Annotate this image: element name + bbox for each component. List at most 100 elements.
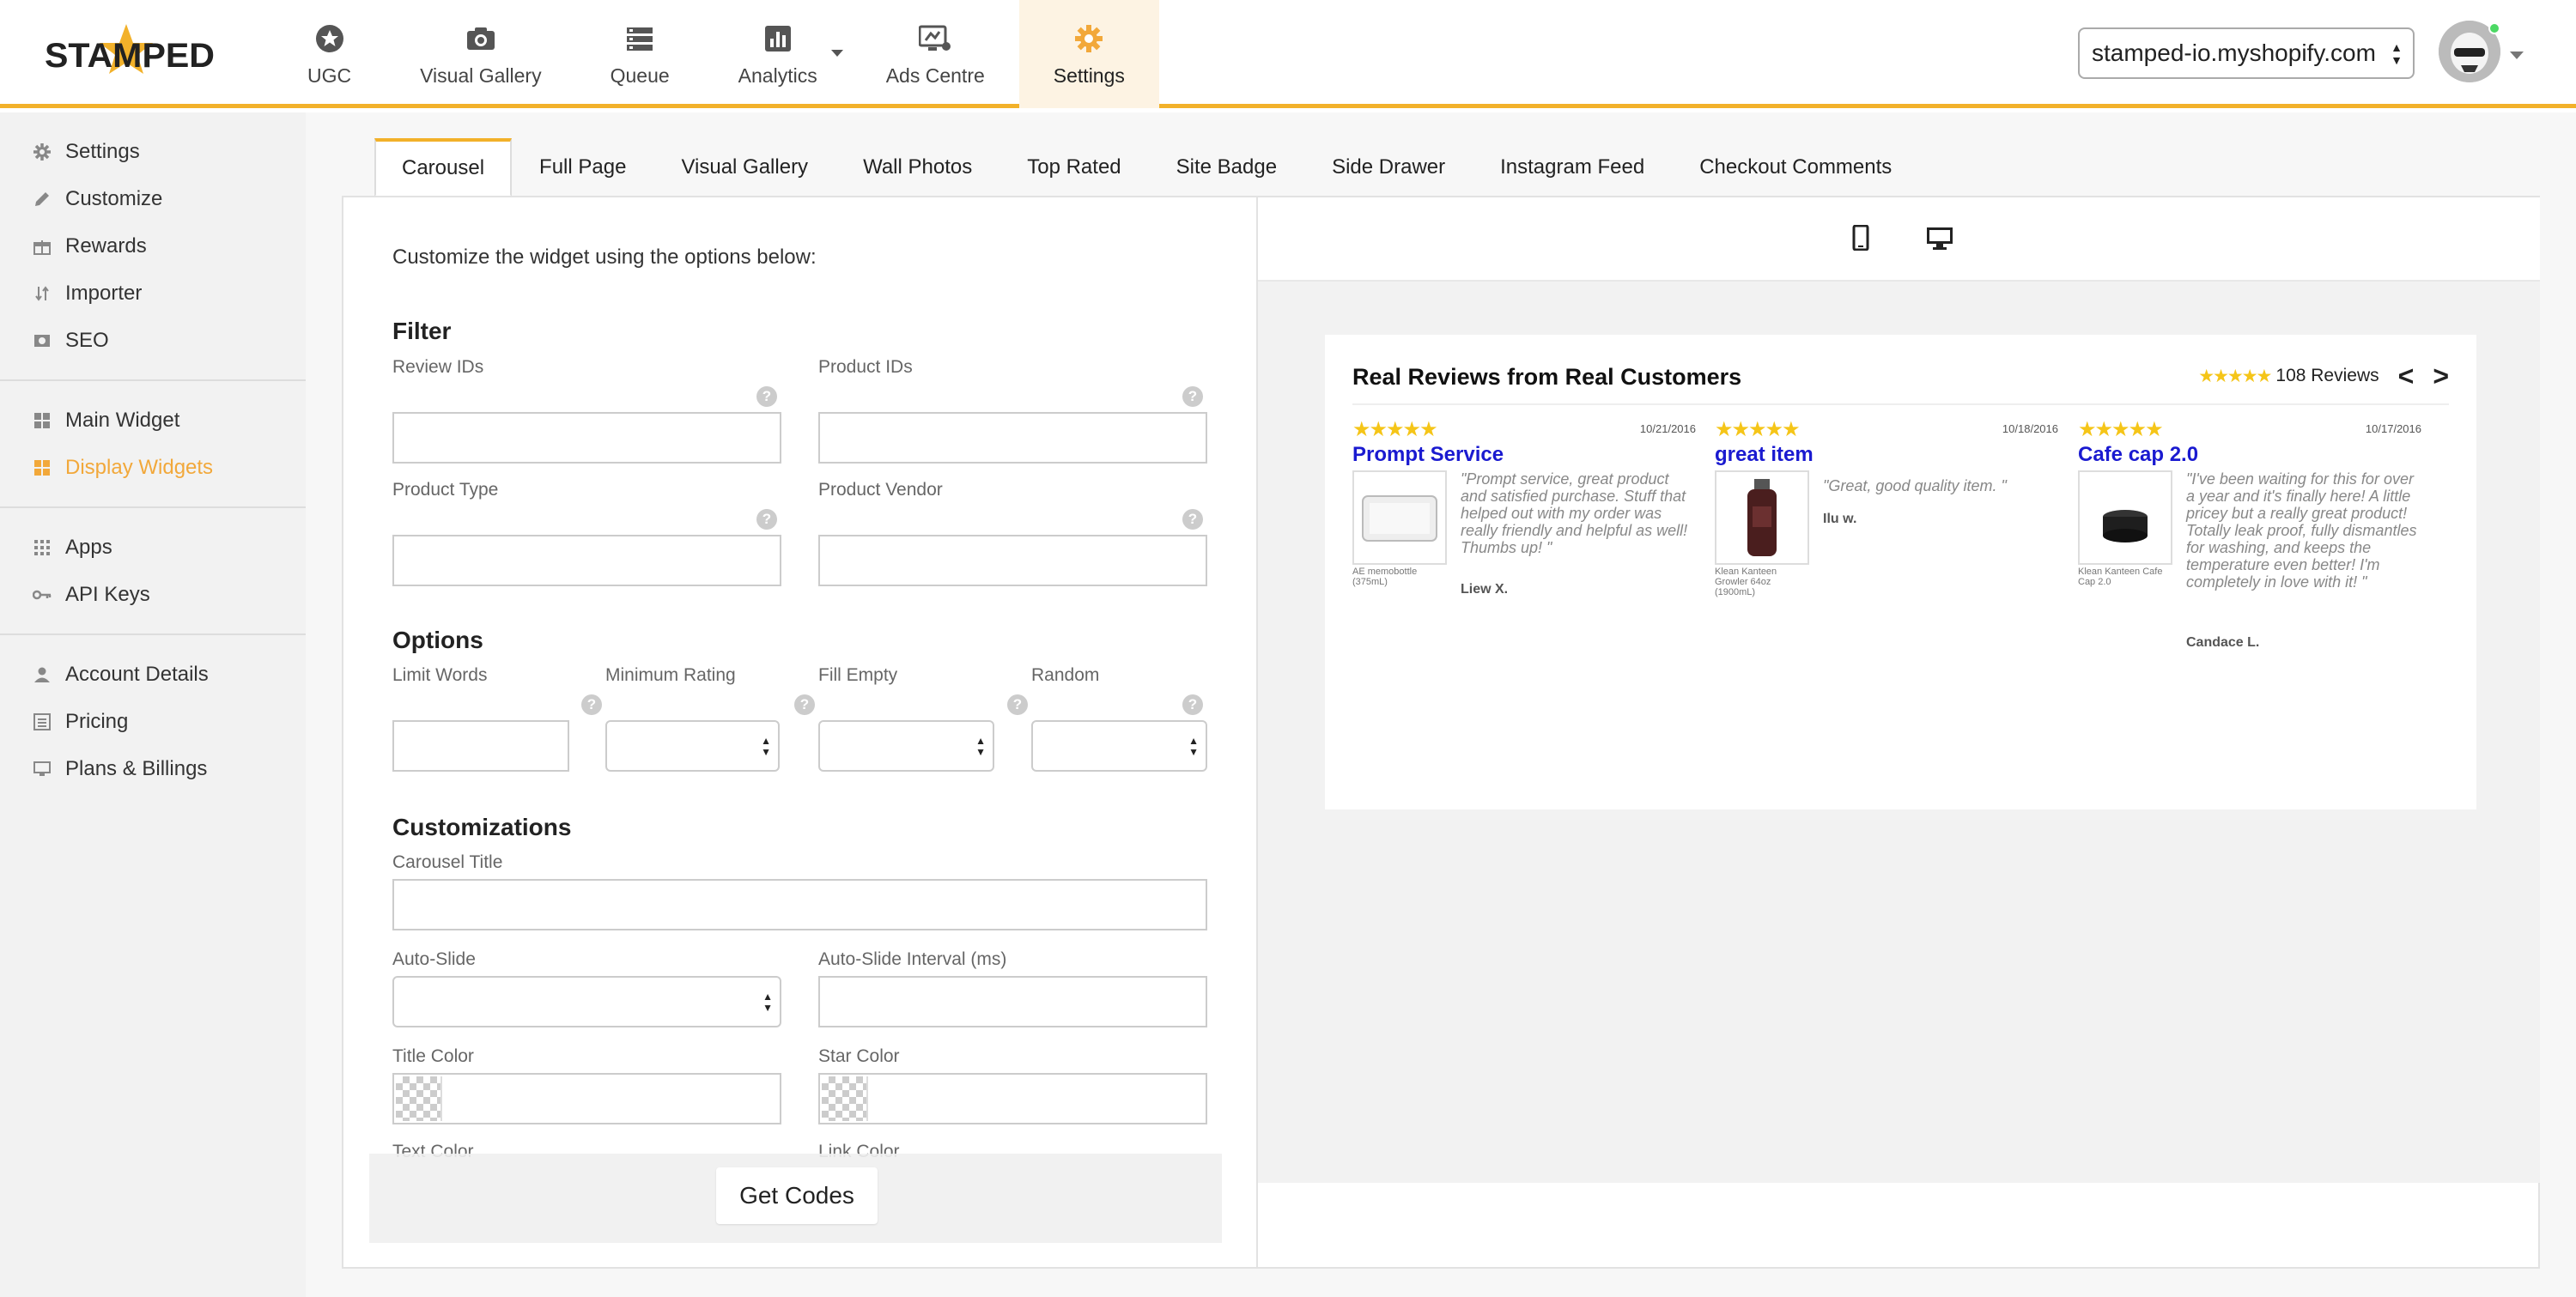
ads-icon (918, 21, 952, 56)
fill-empty-label: Fill Empty (818, 665, 898, 685)
star-color-input[interactable] (818, 1073, 1207, 1124)
review-stars: ★★★★★ (1352, 418, 1438, 441)
nav-label: Queue (610, 64, 670, 87)
sidebar-item-customize[interactable]: Customize (0, 175, 306, 222)
tab-checkout-comments[interactable]: Checkout Comments (1672, 138, 1919, 197)
product-ids-input[interactable] (818, 412, 1207, 464)
select-arrows-icon: ▲ ▼ (761, 735, 771, 758)
shop-select-value: stamped-io.myshopify.com (2092, 39, 2376, 66)
nav-queue[interactable]: Queue (576, 0, 704, 108)
review-card[interactable]: ★★★★★ 10/18/2016 great item Klean Kantee… (1715, 417, 2058, 675)
help-icon[interactable]: ? (794, 694, 815, 715)
select-arrows-icon: ▲ ▼ (2391, 40, 2403, 67)
product-image[interactable] (1352, 470, 1447, 565)
tab-carousel[interactable]: Carousel (374, 138, 513, 197)
preview-canvas: Real Reviews from Real Customers ★★★★★ 1… (1258, 282, 2540, 1183)
sidebar-item-main-widget[interactable]: Main Widget (0, 397, 306, 444)
review-text: "I've been waiting for this for over a y… (2186, 470, 2417, 591)
desktop-icon[interactable] (1926, 227, 1953, 255)
help-icon[interactable]: ? (1182, 694, 1203, 715)
sidebar-item-settings[interactable]: Settings (0, 128, 306, 175)
help-icon[interactable]: ? (1182, 509, 1203, 530)
sidebar-item-label: Main Widget (65, 408, 180, 432)
color-swatch[interactable] (822, 1076, 868, 1121)
rating-stars: ★★★★★ (2198, 366, 2272, 386)
review-title[interactable]: great item (1715, 443, 1814, 467)
carousel-title-input[interactable] (392, 879, 1207, 930)
nav-ads-centre[interactable]: Ads Centre (852, 0, 1019, 108)
title-color-input[interactable] (392, 1073, 781, 1124)
review-ids-input[interactable] (392, 412, 781, 464)
select-arrows-icon: ▲ ▼ (762, 991, 773, 1014)
help-icon[interactable]: ? (756, 509, 777, 530)
review-card[interactable]: ★★★★★ 10/17/2016 Cafe cap 2.0 Klean Kant… (2078, 417, 2421, 675)
sidebar-item-seo[interactable]: SEO (0, 317, 306, 364)
sidebar-item-plans-billings[interactable]: Plans & Billings (0, 745, 306, 792)
get-codes-bar: Get Codes (369, 1154, 1222, 1243)
help-icon[interactable]: ? (1007, 694, 1028, 715)
tab-top-rated[interactable]: Top Rated (999, 138, 1148, 197)
sidebar-item-label: Pricing (65, 709, 129, 733)
sidebar-item-pricing[interactable]: Pricing (0, 698, 306, 745)
auto-slide-select[interactable]: ▲ ▼ (392, 976, 781, 1027)
shop-select[interactable]: stamped-io.myshopify.com ▲ ▼ (2078, 27, 2415, 79)
key-icon (33, 585, 52, 604)
product-image[interactable] (1715, 470, 1809, 565)
product-type-input[interactable] (392, 535, 781, 586)
product-name: Klean Kanteen Growler 64oz (1900mL) (1715, 567, 1777, 597)
sidebar-item-api-keys[interactable]: API Keys (0, 571, 306, 618)
mobile-icon[interactable] (1852, 224, 1869, 255)
nav-settings[interactable]: Settings (1018, 0, 1159, 108)
sidebar-item-label: SEO (65, 328, 109, 352)
auto-slide-interval-input[interactable] (818, 976, 1207, 1027)
prev-arrow-icon[interactable]: < (2398, 362, 2415, 390)
tab-site-badge[interactable]: Site Badge (1149, 138, 1304, 197)
sidebar-item-label: Display Widgets (65, 455, 214, 479)
sidebar-group-account: Account Details Pricing Plans & Billings (0, 635, 306, 808)
sidebar-item-importer[interactable]: Importer (0, 270, 306, 317)
sidebar-item-display-widgets[interactable]: Display Widgets (0, 444, 306, 491)
help-icon[interactable]: ? (756, 386, 777, 407)
limit-words-input[interactable] (392, 720, 569, 772)
grid-icon (33, 411, 52, 430)
fill-empty-select[interactable]: ▲ ▼ (818, 720, 994, 772)
sidebar-item-label: Customize (65, 186, 163, 210)
help-icon[interactable]: ? (1182, 386, 1203, 407)
tab-wall-photos[interactable]: Wall Photos (835, 138, 999, 197)
product-image[interactable] (2078, 470, 2172, 565)
review-title[interactable]: Cafe cap 2.0 (2078, 443, 2198, 467)
sidebar-item-label: Account Details (65, 662, 209, 686)
gift-icon (33, 237, 52, 256)
color-swatch[interactable] (396, 1076, 442, 1121)
sidebar-item-account-details[interactable]: Account Details (0, 651, 306, 698)
divider (1352, 403, 2449, 405)
tab-side-drawer[interactable]: Side Drawer (1304, 138, 1473, 197)
random-select[interactable]: ▲ ▼ (1031, 720, 1207, 772)
next-arrow-icon[interactable]: > (2433, 362, 2449, 390)
product-type-label: Product Type (392, 480, 499, 500)
get-codes-button[interactable]: Get Codes (716, 1167, 878, 1224)
stamped-logo[interactable]: STAMPED (45, 17, 225, 86)
product-vendor-input[interactable] (818, 535, 1207, 586)
sidebar-item-rewards[interactable]: Rewards (0, 222, 306, 270)
minimum-rating-select[interactable]: ▲ ▼ (605, 720, 780, 772)
sidebar-group-widgets: Main Widget Display Widgets (0, 381, 306, 508)
carousel-title: Real Reviews from Real Customers (1352, 364, 1742, 390)
review-ids-label: Review IDs (392, 357, 484, 377)
sidebar: Settings Customize Rewards Importer SEO … (0, 112, 306, 1297)
chevron-down-icon (830, 50, 843, 57)
preview-toolbar (1258, 197, 2540, 282)
product-name: Klean Kanteen Cafe Cap 2.0 (2078, 567, 2163, 587)
review-title[interactable]: Prompt Service (1352, 443, 1504, 467)
review-card[interactable]: ★★★★★ 10/21/2016 Prompt Service AE memob… (1352, 417, 1696, 675)
help-icon[interactable]: ? (581, 694, 602, 715)
nav-visual-gallery[interactable]: Visual Gallery (386, 0, 575, 108)
sidebar-item-apps[interactable]: Apps (0, 524, 306, 571)
tab-instagram-feed[interactable]: Instagram Feed (1473, 138, 1672, 197)
nav-analytics[interactable]: Analytics (704, 0, 852, 108)
tab-visual-gallery[interactable]: Visual Gallery (653, 138, 835, 197)
chevron-down-icon[interactable] (2510, 52, 2524, 59)
sort-icon (33, 284, 52, 303)
tab-full-page[interactable]: Full Page (512, 138, 653, 197)
nav-ugc[interactable]: UGC (273, 0, 386, 108)
